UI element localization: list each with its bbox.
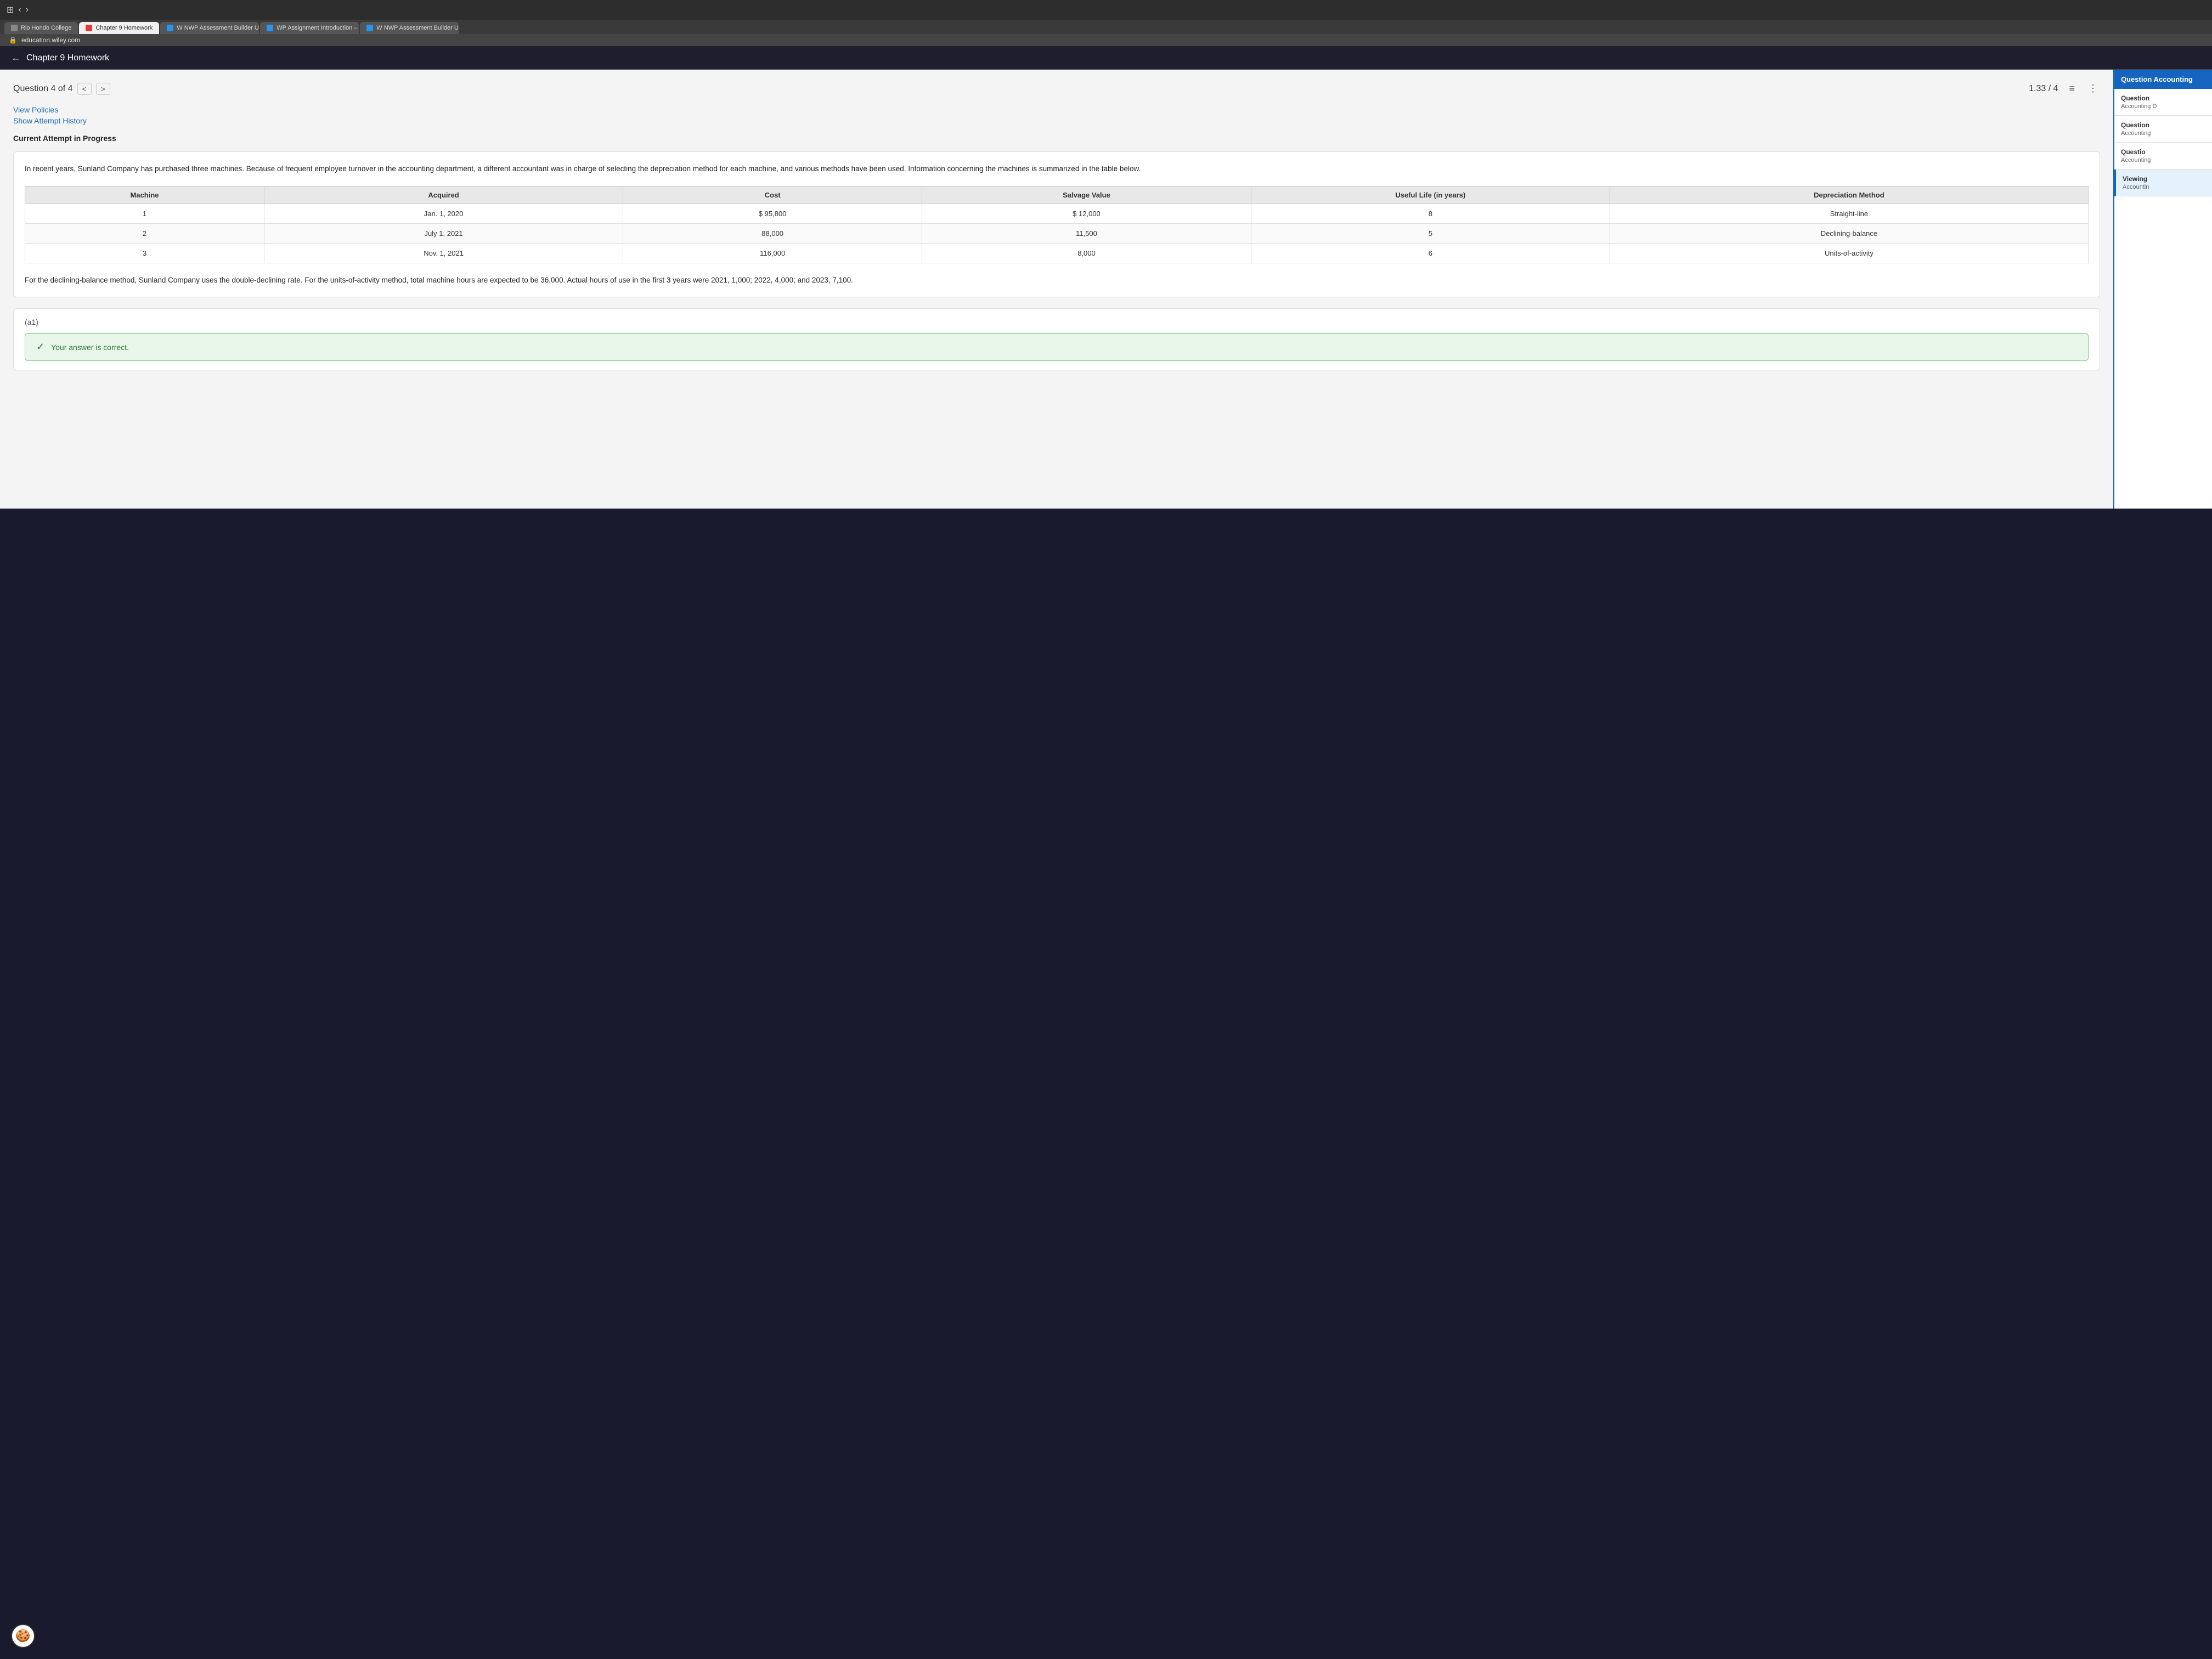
sidebar-item-title-1: Question bbox=[2121, 121, 2205, 129]
tab-assign[interactable]: WP Assignment Introduction – Cha... bbox=[260, 22, 359, 34]
tab-ch9[interactable]: Chapter 9 Homework bbox=[79, 22, 159, 34]
prev-question-btn[interactable]: < bbox=[77, 83, 92, 95]
table-row: 2 July 1, 2021 88,000 11,500 5 Declining… bbox=[25, 223, 2089, 243]
next-question-btn[interactable]: > bbox=[96, 83, 110, 95]
tab-ch9-label: Chapter 9 Homework bbox=[95, 25, 153, 31]
sidebar-item-2[interactable]: Questio Accounting bbox=[2114, 143, 2212, 170]
main-layout: Question 4 of 4 < > 1.33 / 4 ≡ ⋮ View Po… bbox=[0, 70, 2212, 509]
col-header-acquired: Acquired bbox=[264, 186, 623, 204]
machine-table: Machine Acquired Cost Salvage Value Usef… bbox=[25, 186, 2089, 263]
cookie-icon: 🍪 bbox=[15, 1629, 30, 1643]
page-header: ← Chapter 9 Homework bbox=[0, 47, 2212, 70]
cell-cost: 116,000 bbox=[623, 243, 922, 263]
question-box: In recent years, Sunland Company has pur… bbox=[13, 151, 2100, 297]
cell-machine: 3 bbox=[25, 243, 264, 263]
cell-machine: 1 bbox=[25, 204, 264, 223]
cell-machine: 2 bbox=[25, 223, 264, 243]
policy-links: View Policies Show Attempt History bbox=[13, 105, 2100, 125]
back-browser-btn[interactable]: ‹ bbox=[18, 5, 21, 15]
col-header-life: Useful Life (in years) bbox=[1251, 186, 1610, 204]
grid-icon[interactable]: ⊞ bbox=[7, 4, 14, 15]
question-header: Question 4 of 4 < > 1.33 / 4 ≡ ⋮ bbox=[13, 81, 2100, 97]
correct-answer-text: Your answer is correct. bbox=[51, 343, 129, 352]
cell-method: Straight-line bbox=[1610, 204, 2088, 223]
col-header-method: Depreciation Method bbox=[1610, 186, 2088, 204]
col-header-salvage: Salvage Value bbox=[922, 186, 1251, 204]
cell-acquired: Nov. 1, 2021 bbox=[264, 243, 623, 263]
tab-nwp2-label: W NWP Assessment Builder UI Ap... bbox=[376, 25, 459, 31]
cell-acquired: July 1, 2021 bbox=[264, 223, 623, 243]
tab-nwp2-favicon bbox=[366, 25, 373, 31]
cell-life: 6 bbox=[1251, 243, 1610, 263]
sidebar-item-1[interactable]: Question Accounting bbox=[2114, 116, 2212, 143]
cell-acquired: Jan. 1, 2020 bbox=[264, 204, 623, 223]
list-icon-btn[interactable]: ≡ bbox=[2067, 81, 2077, 97]
cell-cost: $ 95,800 bbox=[623, 204, 922, 223]
sidebar-item-subtitle-1: Accounting bbox=[2121, 130, 2205, 137]
sidebar-item-0[interactable]: Question Accounting D bbox=[2114, 89, 2212, 116]
table-row: 3 Nov. 1, 2021 116,000 8,000 6 Units-of-… bbox=[25, 243, 2089, 263]
sidebar-header: Question Accounting bbox=[2114, 70, 2212, 89]
cell-salvage: 8,000 bbox=[922, 243, 1251, 263]
sidebar-item-3[interactable]: Viewing Accountin bbox=[2114, 170, 2212, 196]
sidebar-item-title-0: Question bbox=[2121, 94, 2205, 102]
sidebar-item-subtitle-0: Accounting D bbox=[2121, 103, 2205, 110]
col-header-machine: Machine bbox=[25, 186, 264, 204]
address-text[interactable]: education.wiley.com bbox=[21, 36, 80, 44]
address-bar: 🔒 education.wiley.com bbox=[0, 34, 2212, 47]
sidebar-item-title-2: Questio bbox=[2121, 148, 2205, 156]
cell-method: Units-of-activity bbox=[1610, 243, 2088, 263]
browser-controls: ⊞ ‹ › bbox=[7, 4, 29, 15]
more-options-btn[interactable]: ⋮ bbox=[2086, 81, 2100, 97]
tab-nwp1-label: W NWP Assessment Builder UI Ap... bbox=[177, 25, 259, 31]
score-area: 1.33 / 4 ≡ ⋮ bbox=[2029, 81, 2100, 97]
cell-cost: 88,000 bbox=[623, 223, 922, 243]
cookie-btn[interactable]: 🍪 bbox=[11, 1624, 35, 1648]
question-intro-text: In recent years, Sunland Company has pur… bbox=[25, 163, 2089, 175]
show-attempt-link[interactable]: Show Attempt History bbox=[13, 116, 2100, 125]
tab-rio[interactable]: Rio Hondo College bbox=[4, 22, 78, 34]
section-a1-label: (a1) bbox=[25, 318, 2089, 326]
col-header-cost: Cost bbox=[623, 186, 922, 204]
tab-rio-label: Rio Hondo College bbox=[21, 25, 71, 31]
browser-chrome: ⊞ ‹ › bbox=[0, 0, 2212, 20]
sidebar-item-subtitle-3: Accountin bbox=[2123, 184, 2205, 190]
view-policies-link[interactable]: View Policies bbox=[13, 105, 2100, 114]
table-row: 1 Jan. 1, 2020 $ 95,800 $ 12,000 8 Strai… bbox=[25, 204, 2089, 223]
tab-nwp1[interactable]: W NWP Assessment Builder UI Ap... bbox=[160, 22, 259, 34]
cell-life: 5 bbox=[1251, 223, 1610, 243]
page-title: Chapter 9 Homework bbox=[26, 53, 109, 63]
content-area: Question 4 of 4 < > 1.33 / 4 ≡ ⋮ View Po… bbox=[0, 70, 2113, 509]
sidebar-item-subtitle-2: Accounting bbox=[2121, 157, 2205, 163]
cell-salvage: $ 12,000 bbox=[922, 204, 1251, 223]
score-value: 1.33 / 4 bbox=[2029, 84, 2058, 94]
sidebar-items-container: Question Accounting D Question Accountin… bbox=[2114, 89, 2212, 196]
answer-section-a1: (a1) ✓ Your answer is correct. bbox=[13, 308, 2100, 370]
current-attempt-label: Current Attempt in Progress bbox=[13, 134, 2100, 143]
lock-icon: 🔒 bbox=[9, 36, 17, 44]
tab-nwp1-favicon bbox=[167, 25, 173, 31]
tab-nwp2[interactable]: W NWP Assessment Builder UI Ap... bbox=[360, 22, 459, 34]
tab-rio-favicon bbox=[11, 25, 18, 31]
question-label: Question 4 of 4 bbox=[13, 84, 73, 94]
check-icon: ✓ bbox=[36, 341, 44, 353]
additional-info-text: For the declining-balance method, Sunlan… bbox=[25, 274, 2089, 286]
cell-method: Declining-balance bbox=[1610, 223, 2088, 243]
cell-life: 8 bbox=[1251, 204, 1610, 223]
correct-answer-banner: ✓ Your answer is correct. bbox=[25, 333, 2089, 361]
sidebar-item-title-3: Viewing bbox=[2123, 175, 2205, 183]
tab-bar: Rio Hondo College Chapter 9 Homework W N… bbox=[0, 20, 2212, 34]
tab-assign-label: WP Assignment Introduction – Cha... bbox=[276, 25, 359, 31]
back-page-btn[interactable]: ← bbox=[11, 52, 21, 64]
tab-ch9-favicon bbox=[86, 25, 92, 31]
question-nav: Question 4 of 4 < > bbox=[13, 83, 110, 95]
tab-assign-favicon bbox=[267, 25, 273, 31]
forward-browser-btn[interactable]: › bbox=[26, 5, 29, 15]
right-sidebar: Question Accounting Question Accounting … bbox=[2113, 70, 2212, 509]
cell-salvage: 11,500 bbox=[922, 223, 1251, 243]
